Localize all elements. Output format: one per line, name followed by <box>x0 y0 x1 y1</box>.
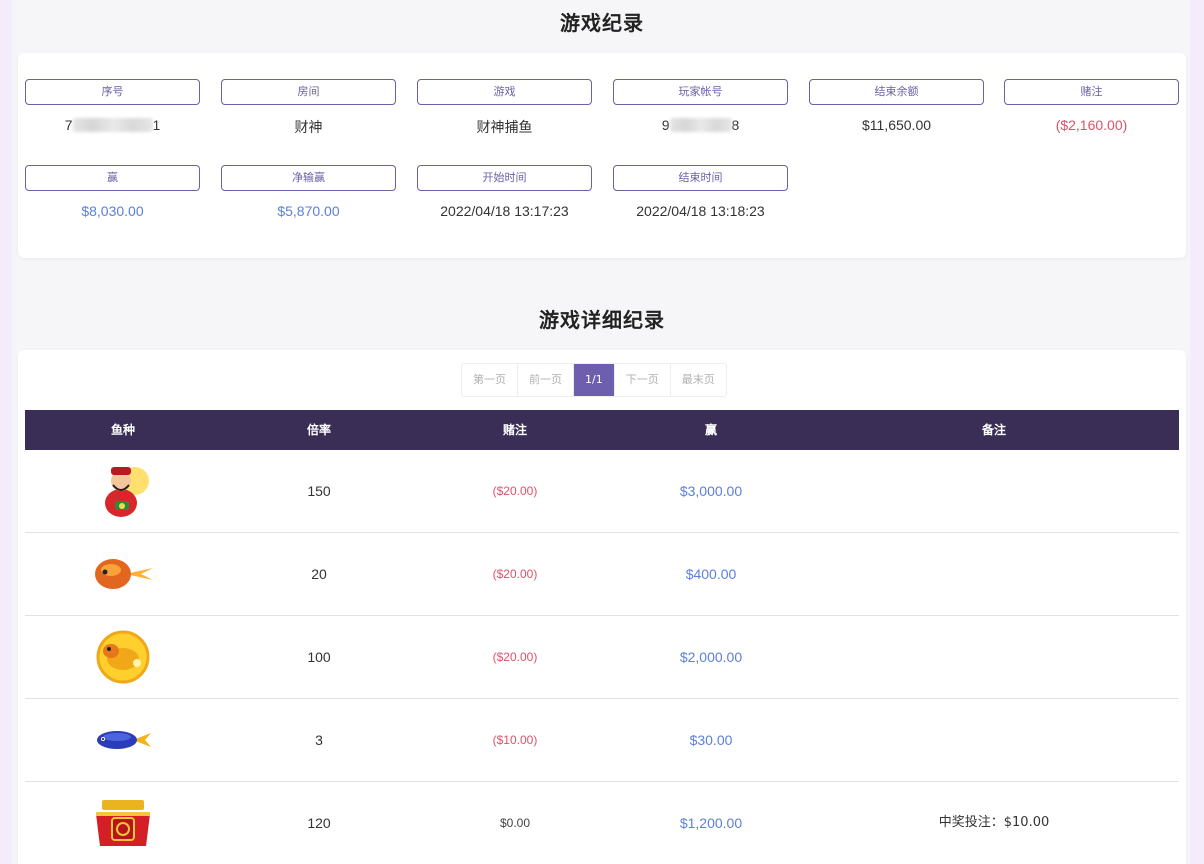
current-page-indicator[interactable]: 1/1 <box>574 364 615 396</box>
field-room: 房间 财神 <box>221 79 396 137</box>
field-game-label: 游戏 <box>417 79 592 105</box>
field-serial-value: 71 <box>64 117 161 133</box>
masked-text <box>72 118 153 132</box>
field-serial: 序号 71 <box>25 79 200 133</box>
field-room-value: 财神 <box>294 119 323 135</box>
game-detail-title: 游戏详细纪录 <box>539 308 665 332</box>
multiplier-cell: 100 <box>307 649 331 665</box>
multiplier-cell: 150 <box>307 483 331 499</box>
field-bet-label: 赌注 <box>1004 79 1179 105</box>
fire-fish-icon <box>95 559 153 589</box>
table-row: 150 ($20.00) $3,000.00 <box>25 450 1179 533</box>
field-bet-value: ($2,160.00) <box>1055 117 1128 133</box>
win-cell: $1,200.00 <box>679 815 743 831</box>
field-end-time-value: 2022/04/18 13:18:23 <box>636 203 765 219</box>
win-cell: $3,000.00 <box>679 483 743 499</box>
table-row: 120 $0.00 $1,200.00 中奖投注：$10.00 <box>25 782 1179 864</box>
page-edge-left <box>0 0 12 864</box>
multiplier-cell: 3 <box>315 732 323 748</box>
field-end-time: 结束时间 2022/04/18 13:18:23 <box>613 165 788 219</box>
field-game: 游戏 财神捕鱼 <box>417 79 592 137</box>
multiplier-cell: 120 <box>307 815 331 831</box>
game-record-card: 序号 71 房间 财神 游戏 财神捕鱼 玩家帐号 98 结束余额 $11,650… <box>18 53 1186 258</box>
page-edge-right <box>1190 0 1204 864</box>
field-player-account: 玩家帐号 98 <box>613 79 788 133</box>
pagination: 第一页 前一页 1/1 下一页 最末页 <box>461 363 727 397</box>
header-win: 赢 <box>704 423 717 437</box>
field-net-win: 净输赢 $5,870.00 <box>221 165 396 219</box>
god-of-wealth-icon <box>105 467 149 517</box>
win-cell: $2,000.00 <box>679 649 743 665</box>
field-player-account-value: 98 <box>661 117 740 133</box>
note-cell <box>809 616 1179 698</box>
field-end-time-label: 结束时间 <box>613 165 788 191</box>
bet-cell: ($10.00) <box>492 733 538 747</box>
field-win-label: 赢 <box>25 165 200 191</box>
game-record-title: 游戏纪录 <box>560 11 644 35</box>
multiplier-cell: 20 <box>311 566 327 582</box>
note-cell <box>809 533 1179 615</box>
note-cell <box>809 699 1179 781</box>
field-win-value: $8,030.00 <box>81 203 144 219</box>
field-win: 赢 $8,030.00 <box>25 165 200 219</box>
field-start-time-value: 2022/04/18 13:17:23 <box>440 203 569 219</box>
field-end-balance-value: $11,650.00 <box>861 117 932 133</box>
blue-fish-icon <box>97 731 151 749</box>
header-note: 备注 <box>981 423 1006 437</box>
win-cell: $400.00 <box>685 566 737 582</box>
next-page-button[interactable]: 下一页 <box>615 364 671 396</box>
game-detail-card: 第一页 前一页 1/1 下一页 最末页 鱼种 倍率 赌注 赢 备注 150 ($… <box>18 350 1186 864</box>
field-bet: 赌注 ($2,160.00) <box>1004 79 1179 133</box>
first-page-button[interactable]: 第一页 <box>462 364 518 396</box>
field-end-balance-label: 结束余额 <box>809 79 984 105</box>
note-cell <box>809 450 1179 532</box>
table-row: 100 ($20.00) $2,000.00 <box>25 616 1179 699</box>
bet-cell: $0.00 <box>499 816 531 830</box>
table-row: 20 ($20.00) $400.00 <box>25 533 1179 616</box>
bet-cell: ($20.00) <box>492 484 538 498</box>
bet-cell: ($20.00) <box>492 567 538 581</box>
field-serial-label: 序号 <box>25 79 200 105</box>
field-room-label: 房间 <box>221 79 396 105</box>
win-cell: $30.00 <box>689 732 733 748</box>
field-end-balance: 结束余额 $11,650.00 <box>809 79 984 133</box>
field-net-win-label: 净输赢 <box>221 165 396 191</box>
header-bet: 赌注 <box>502 423 527 437</box>
table-row: 3 ($10.00) $30.00 <box>25 699 1179 782</box>
field-start-time-label: 开始时间 <box>417 165 592 191</box>
field-net-win-value: $5,870.00 <box>277 203 340 219</box>
field-player-account-label: 玩家帐号 <box>613 79 788 105</box>
field-game-value: 财神捕鱼 <box>476 119 533 135</box>
lucky-box-icon <box>96 800 150 846</box>
masked-text <box>669 118 732 132</box>
prev-page-button[interactable]: 前一页 <box>518 364 574 396</box>
golden-toad-icon <box>96 630 150 684</box>
header-multiplier: 倍率 <box>306 423 331 437</box>
bet-cell: ($20.00) <box>492 650 538 664</box>
last-page-button[interactable]: 最末页 <box>671 364 726 396</box>
note-cell: 中奖投注：$10.00 <box>938 815 1050 830</box>
table-header: 鱼种 倍率 赌注 赢 备注 <box>25 410 1179 450</box>
field-start-time: 开始时间 2022/04/18 13:17:23 <box>417 165 592 219</box>
header-fish-type: 鱼种 <box>110 423 135 437</box>
